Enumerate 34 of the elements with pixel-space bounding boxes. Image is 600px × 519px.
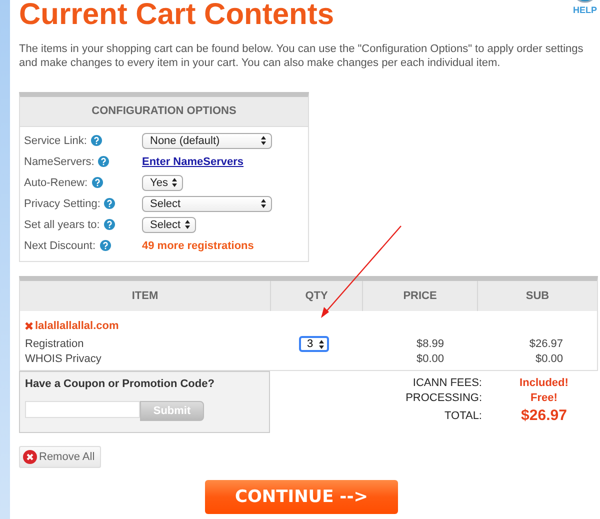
item-name: Registration: [24, 338, 85, 350]
page-title: Current Cart Contents: [19, 0, 334, 33]
domain-name: lalallallallal.com: [35, 320, 119, 332]
option-label: Auto-Renew:: [24, 176, 88, 188]
coupon-heading: Have a Coupon or Promotion Code?: [25, 378, 216, 390]
option-label: Set all years to:: [24, 218, 100, 230]
intro-text: The items in your shopping cart can be found below. You can use the "Configuration Options" to apply order settings and make changes to every item in your cart. You can also make changes per each individual item.: [19, 42, 584, 70]
item-name: WHOIS Privacy: [24, 352, 102, 364]
option-label: Service Link:: [24, 134, 87, 146]
total-label: PROCESSING:: [404, 392, 482, 404]
total-label: ICANN FEES:: [412, 377, 482, 389]
total-label: TOTAL:: [444, 410, 482, 422]
subtotal-cell-text: $0.00: [534, 352, 564, 364]
total-value: Included!: [518, 377, 570, 389]
nameservers-link[interactable]: Enter NameServers: [142, 156, 244, 168]
dropdown[interactable]: Select: [142, 216, 196, 232]
option-label: Privacy Setting:: [24, 198, 100, 210]
option-label: Next Discount:: [24, 240, 96, 252]
dropdown[interactable]: None (default): [142, 132, 272, 148]
column-header: ITEM: [20, 281, 271, 311]
column-header: PRICE: [363, 281, 478, 311]
quantity-dropdown[interactable]: 3: [299, 336, 329, 352]
price-cell-text: $8.99: [415, 338, 445, 350]
total-value: Free!: [530, 392, 558, 404]
remove-all-button[interactable]: Remove All: [19, 446, 101, 468]
dropdown[interactable]: Yes: [142, 174, 183, 190]
column-header: SUB: [524, 289, 550, 304]
panel-heading: CONFIGURATION OPTIONS: [20, 97, 308, 127]
total-value: $26.97: [520, 407, 568, 424]
price-cell-text: $0.00: [415, 352, 445, 364]
subtotal-cell-text: $26.97: [528, 338, 564, 350]
dropdown[interactable]: Select: [142, 196, 272, 212]
option-label: NameServers:: [24, 156, 94, 168]
discount-note: 49 more registrations: [142, 240, 254, 252]
